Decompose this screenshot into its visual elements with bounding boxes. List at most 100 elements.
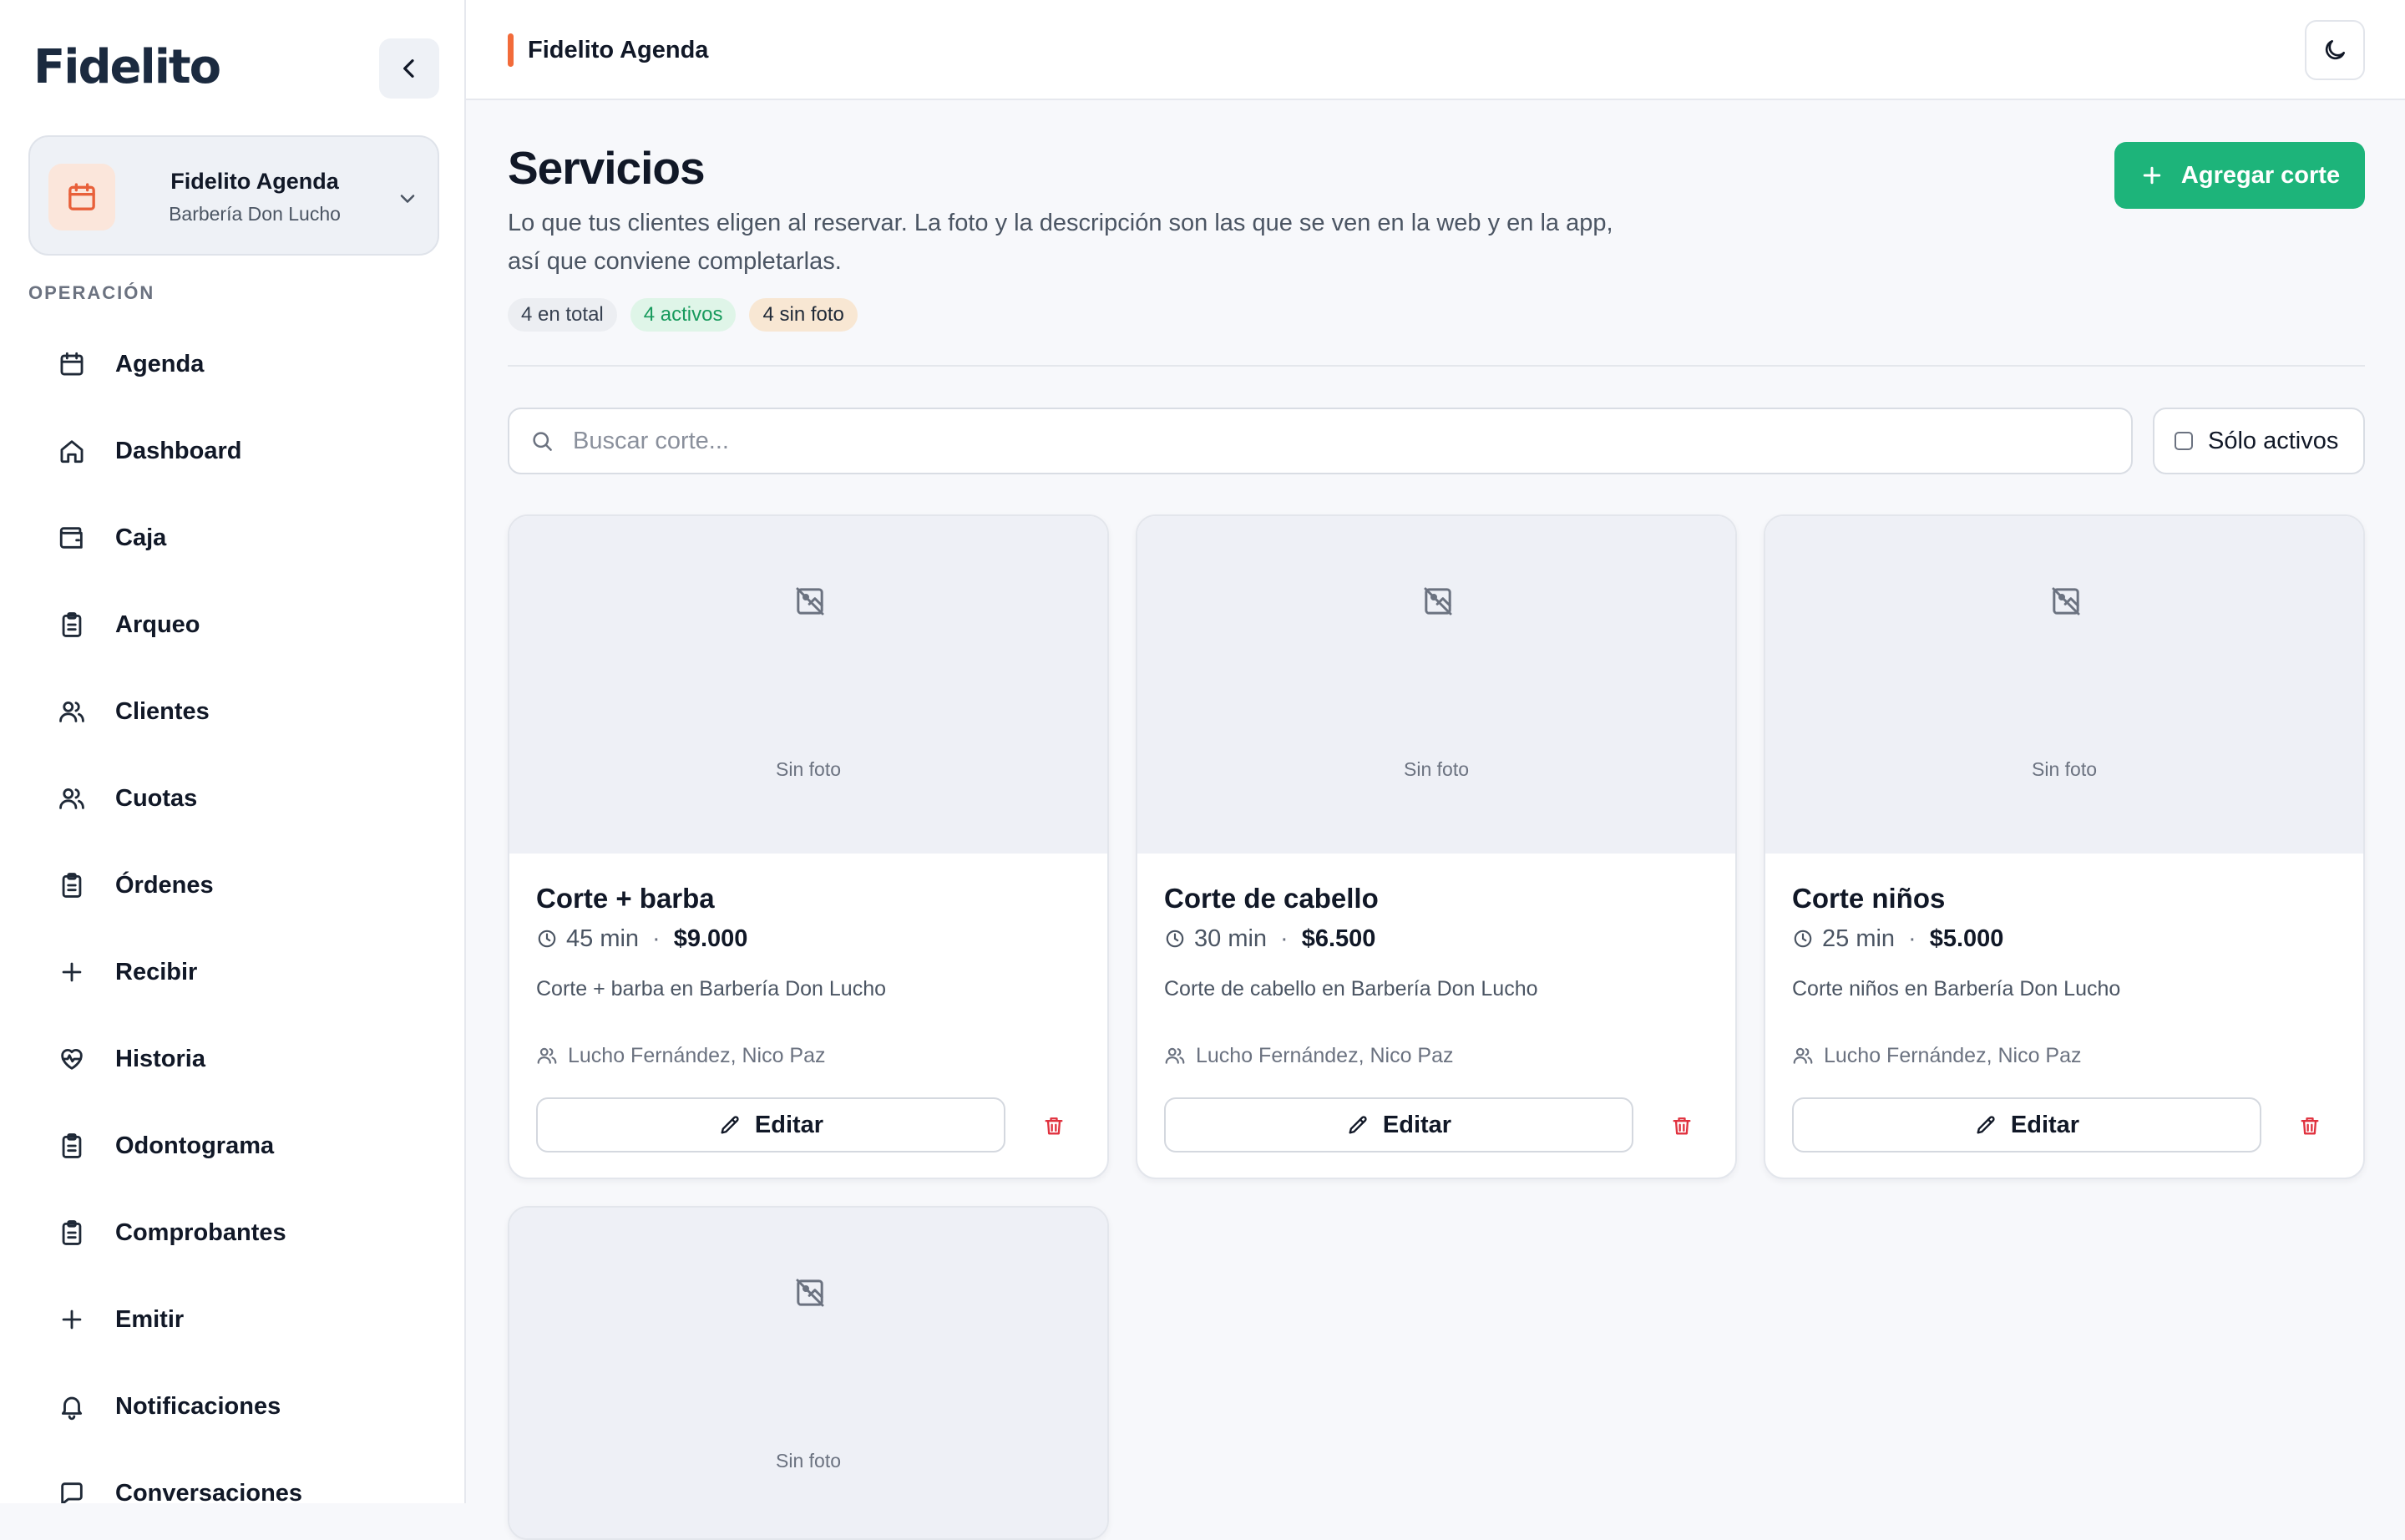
- header-divider: [508, 365, 2365, 367]
- service-price: $9.000: [673, 925, 748, 952]
- edit-service-button[interactable]: Editar: [1792, 1097, 2261, 1152]
- sidebar-item-label: Cuotas: [115, 784, 198, 812]
- edit-service-button[interactable]: Editar: [1164, 1097, 1633, 1152]
- search-icon: [533, 432, 552, 451]
- sidebar-item-caja[interactable]: Caja: [28, 494, 439, 581]
- no-photo-text: Sin foto: [2032, 758, 2097, 780]
- service-photo-placeholder[interactable]: Sin foto: [509, 1208, 1107, 1538]
- sidebar-item-agenda[interactable]: Agenda: [28, 321, 439, 408]
- service-photo-placeholder[interactable]: Sin foto: [1137, 516, 1735, 854]
- sidebar-item-label: Odontograma: [115, 1132, 275, 1159]
- users-icon: [59, 701, 84, 722]
- delete-service-button[interactable]: [1035, 1107, 1072, 1144]
- sidebar-item-label: Emitir: [115, 1305, 185, 1333]
- sidebar-item-emitir[interactable]: Emitir: [28, 1276, 439, 1363]
- no-photo-text: Sin foto: [776, 758, 841, 780]
- meta-separator: ·: [1908, 925, 1916, 952]
- image-off-icon: [796, 1279, 824, 1307]
- meta-separator: ·: [652, 925, 661, 952]
- calendar-icon: [60, 352, 84, 376]
- sidebar-item-historia[interactable]: Historia: [28, 1016, 439, 1102]
- service-name: Corte + barba: [536, 883, 715, 914]
- sidebar-item-label: Conversaciones: [115, 1479, 303, 1504]
- sidebar-item-clientes[interactable]: Clientes: [28, 668, 439, 755]
- org-subtitle: Barbería Don Lucho: [169, 203, 341, 225]
- edit-service-label: Editar: [2010, 1111, 2080, 1138]
- sidebar-item-odontograma[interactable]: Odontograma: [28, 1102, 439, 1189]
- topbar-accent-bar: [508, 33, 514, 67]
- service-card: Sin foto Corte niños 25 min · $5.000 Cor…: [1764, 514, 2365, 1179]
- service-staff: Lucho Fernández, Nico Paz: [536, 1039, 826, 1072]
- sidebar-item-arqueo[interactable]: Arqueo: [28, 581, 439, 668]
- service-staff: Lucho Fernández, Nico Paz: [1792, 1039, 2082, 1072]
- service-duration: 45 min: [566, 925, 640, 952]
- plus-icon: [62, 1310, 82, 1330]
- theme-toggle-button[interactable]: [2305, 20, 2365, 80]
- app-logo[interactable]: Fidelito: [33, 38, 221, 97]
- users-icon: [1165, 1047, 1185, 1064]
- service-staff-names: Lucho Fernández, Nico Paz: [1196, 1044, 1454, 1067]
- sidebar-item-recibir[interactable]: Recibir: [28, 929, 439, 1016]
- no-photo-text: Sin foto: [1404, 758, 1469, 780]
- collapse-sidebar-button[interactable]: [379, 38, 439, 99]
- service-card: Sin foto: [508, 1206, 1109, 1540]
- edit-service-label: Editar: [1382, 1111, 1452, 1138]
- service-meta: 45 min · $9.000: [536, 922, 747, 955]
- clipboard-icon: [62, 873, 82, 898]
- sidebar-nav: Agenda Dashboard Caja Arqueo Clientes Cu…: [28, 321, 439, 1503]
- sidebar-item-label: Agenda: [115, 350, 205, 377]
- clipboard-icon: [62, 1133, 82, 1158]
- active-only-filter[interactable]: Sólo activos: [2153, 408, 2365, 474]
- sidebar-item-comprobantes[interactable]: Comprobantes: [28, 1189, 439, 1276]
- service-meta: 25 min · $5.000: [1792, 922, 2003, 955]
- image-off-icon: [1424, 587, 1452, 615]
- service-price: $6.500: [1301, 925, 1376, 952]
- summary-badges: 4 en total 4 activos 4 sin foto: [508, 298, 858, 332]
- org-switcher[interactable]: Fidelito Agenda Barbería Don Lucho: [28, 135, 439, 256]
- heart-pulse-icon: [61, 1049, 83, 1070]
- sidebar-item-cuotas[interactable]: Cuotas: [28, 755, 439, 842]
- pencil-icon: [721, 1116, 739, 1134]
- calendar-icon: [68, 183, 95, 210]
- pencil-icon: [1977, 1116, 1995, 1134]
- org-name: Fidelito Agenda: [170, 169, 339, 194]
- sidebar-item-conversaciones[interactable]: Conversaciones: [28, 1450, 439, 1503]
- active-only-checkbox[interactable]: [2175, 432, 2193, 450]
- sidebar-item-label: Clientes: [115, 697, 210, 725]
- service-photo-placeholder[interactable]: Sin foto: [1765, 516, 2363, 854]
- sidebar-item-label: Caja: [115, 524, 167, 551]
- plus-icon: [62, 962, 82, 982]
- service-name: Corte de cabello: [1164, 883, 1379, 914]
- users-icon: [59, 788, 84, 809]
- image-off-icon: [796, 587, 824, 615]
- clipboard-icon: [62, 1220, 82, 1245]
- sidebar-item-label: Arqueo: [115, 610, 200, 638]
- image-off-icon: [2052, 587, 2080, 615]
- edit-service-button[interactable]: Editar: [536, 1097, 1005, 1152]
- sidebar-item-label: Órdenes: [115, 871, 214, 899]
- search-input[interactable]: [571, 426, 2078, 456]
- chevron-left-icon: [403, 59, 414, 78]
- service-photo-placeholder[interactable]: Sin foto: [509, 516, 1107, 854]
- add-service-button[interactable]: Agregar corte: [2114, 142, 2365, 209]
- org-avatar: [48, 164, 115, 230]
- service-staff-names: Lucho Fernández, Nico Paz: [568, 1044, 826, 1067]
- delete-service-button[interactable]: [1663, 1107, 1700, 1144]
- service-description: Corte + barba en Barbería Don Lucho: [536, 977, 887, 1000]
- delete-service-button[interactable]: [2291, 1107, 2328, 1144]
- sidebar-item-label: Comprobantes: [115, 1218, 286, 1246]
- search-field[interactable]: [508, 408, 2133, 474]
- page-description: Lo que tus clientes eligen al reservar. …: [508, 210, 1613, 275]
- sidebar-item-dashboard[interactable]: Dashboard: [28, 408, 439, 494]
- service-card: Sin foto Corte de cabello 30 min · $6.50…: [1136, 514, 1737, 1179]
- sidebar: Fidelito Fidelito Agenda Barbería Don Lu…: [0, 0, 466, 1503]
- chat-icon: [61, 1482, 83, 1503]
- pencil-icon: [1349, 1116, 1367, 1134]
- sidebar-item-notificaciones[interactable]: Notificaciones: [28, 1363, 439, 1450]
- sidebar-item-ordenes[interactable]: Órdenes: [28, 842, 439, 929]
- wallet-icon: [59, 527, 83, 549]
- home-icon: [60, 440, 84, 464]
- nav-section-label: OPERACIÓN: [28, 282, 155, 303]
- clipboard-icon: [62, 612, 82, 637]
- users-icon: [537, 1047, 557, 1064]
